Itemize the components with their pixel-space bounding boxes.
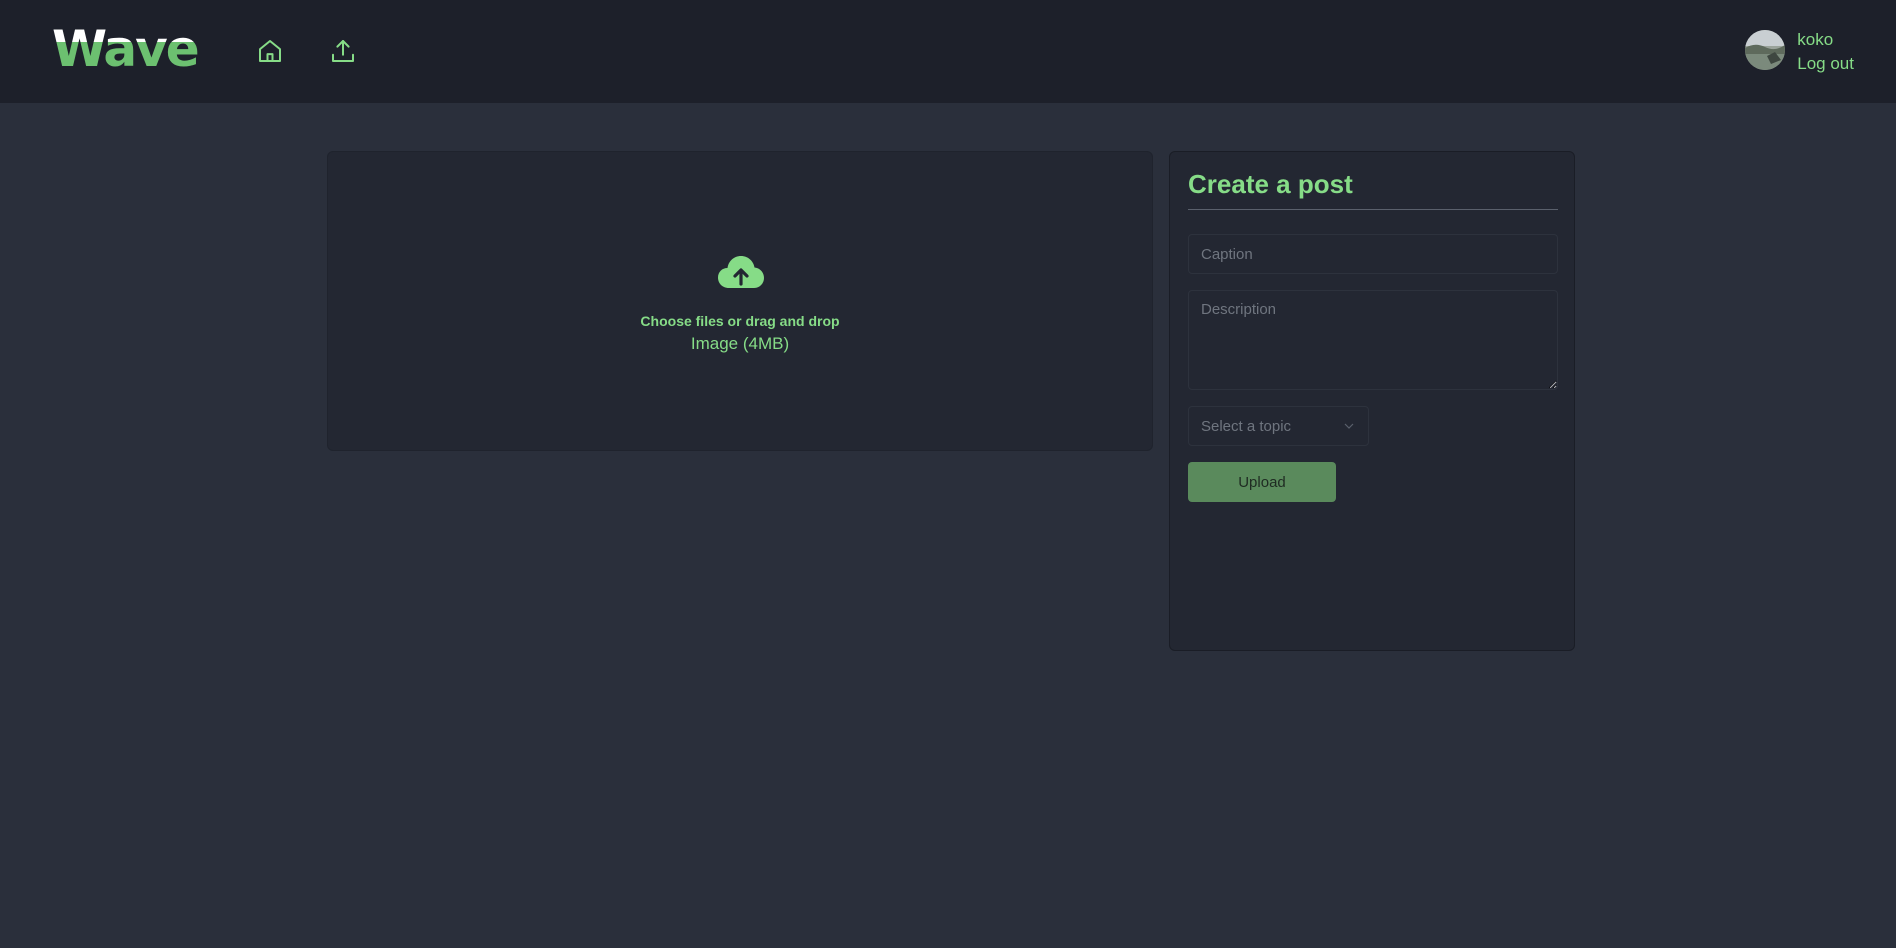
dropzone-title: Choose files or drag and drop: [640, 313, 840, 329]
create-post-panel: Create a post Select a topic Upload: [1169, 151, 1575, 651]
caption-input[interactable]: [1188, 234, 1558, 274]
description-textarea[interactable]: [1188, 290, 1558, 390]
user-menu: koko Log out: [1745, 28, 1854, 76]
upload-button[interactable]: Upload: [1188, 462, 1336, 502]
home-icon[interactable]: [255, 36, 285, 66]
dropzone-subtitle: Image (4MB): [690, 334, 790, 353]
topic-select[interactable]: Select a topic: [1188, 406, 1369, 446]
chevron-down-icon: [1344, 423, 1354, 429]
upload-icon[interactable]: [328, 36, 358, 66]
title-divider: [1188, 209, 1558, 210]
top-navbar: Wave koko Log out: [0, 0, 1896, 103]
svg-text:Wave: Wave: [52, 22, 198, 72]
file-dropzone[interactable]: Choose files or drag and drop Image (4MB…: [327, 151, 1153, 451]
topic-select-label: Select a topic: [1201, 418, 1292, 435]
wave-logo[interactable]: Wave: [52, 22, 202, 72]
avatar[interactable]: [1745, 30, 1786, 70]
cloud-upload-icon: [718, 256, 764, 288]
panel-title: Create a post: [1188, 169, 1353, 199]
logout-link[interactable]: Log out: [1797, 52, 1854, 76]
username[interactable]: koko: [1797, 28, 1854, 52]
